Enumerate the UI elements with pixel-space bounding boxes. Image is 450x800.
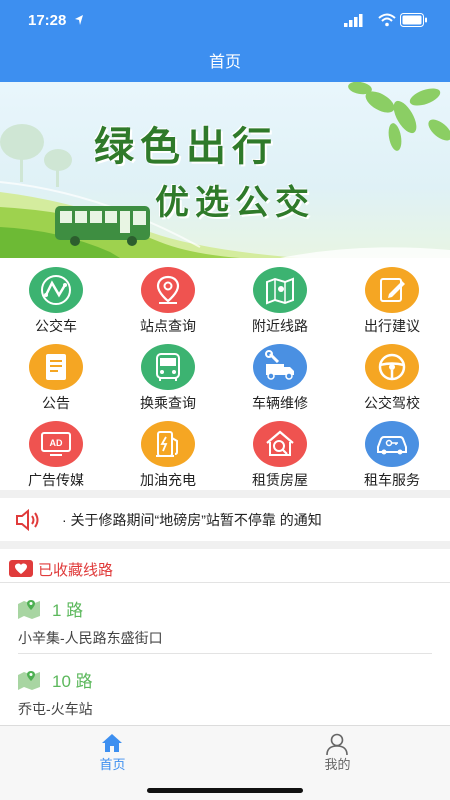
grid-item-bus[interactable]: 公交车 bbox=[0, 263, 112, 339]
route-name: 1 路 bbox=[52, 601, 84, 620]
section-divider bbox=[0, 541, 450, 549]
car-key-icon bbox=[365, 421, 419, 467]
favorites-header: 已收藏线路 bbox=[0, 555, 450, 583]
home-icon bbox=[102, 734, 122, 752]
page-title: 首页 bbox=[208, 54, 241, 71]
section-divider bbox=[0, 490, 450, 498]
status-bar: 17:28 bbox=[0, 0, 450, 44]
divider bbox=[18, 653, 432, 654]
steering-wheel-icon bbox=[365, 344, 419, 390]
grid-item-travel-advice[interactable]: 出行建议 bbox=[336, 263, 448, 339]
grid-label: 公交驾校 bbox=[364, 395, 420, 411]
grid-item-vehicle-repair[interactable]: 车辆维修 bbox=[224, 340, 336, 416]
ad-screen-icon: AD bbox=[29, 421, 83, 467]
map-route-icon bbox=[18, 671, 40, 690]
tab-label: 首页 bbox=[99, 757, 126, 772]
repair-truck-icon bbox=[253, 344, 307, 390]
route-stops: 小辛集-人民路东盛街口 bbox=[18, 630, 163, 646]
map-route-icon bbox=[18, 600, 40, 619]
banner-slogan-line1: 绿色出行 bbox=[94, 123, 278, 170]
grid-item-house-rental[interactable]: 租赁房屋 bbox=[224, 417, 336, 493]
user-icon bbox=[326, 733, 348, 756]
app-screen: 17:28 首页 绿色出行 优选公交 公交车 站点查询 附近线路 出行建议 公告… bbox=[0, 0, 450, 800]
edit-icon bbox=[365, 267, 419, 313]
heart-folder-icon bbox=[9, 560, 33, 577]
grid-item-transfer-query[interactable]: 换乘查询 bbox=[112, 340, 224, 416]
grid-label: 出行建议 bbox=[364, 318, 420, 334]
grid-label: 租赁房屋 bbox=[252, 472, 308, 488]
notice-bar[interactable]: · 关于修路期间“地磅房”站暂不停靠 的通知 bbox=[0, 500, 450, 540]
function-grid: 公交车 站点查询 附近线路 出行建议 公告 换乘查询 车辆维修 公交驾校 AD … bbox=[0, 263, 450, 493]
signal-icon bbox=[344, 14, 363, 27]
status-time: 17:28 bbox=[28, 12, 67, 29]
grid-label: 广告传媒 bbox=[28, 472, 84, 488]
house-search-icon bbox=[253, 421, 307, 467]
battery-icon bbox=[400, 13, 427, 27]
map-icon bbox=[253, 267, 307, 313]
tab-home[interactable]: 首页 bbox=[0, 726, 225, 776]
route-stops: 乔屯-火车站 bbox=[18, 701, 93, 717]
grid-item-station-query[interactable]: 站点查询 bbox=[112, 263, 224, 339]
grid-label: 站点查询 bbox=[140, 318, 196, 334]
bus-icon bbox=[141, 344, 195, 390]
divider bbox=[0, 582, 450, 583]
grid-label: 租车服务 bbox=[364, 472, 420, 488]
home-indicator bbox=[147, 788, 303, 793]
route-name: 10 路 bbox=[52, 672, 93, 691]
nav-bar: 首页 bbox=[0, 44, 450, 82]
grid-item-announcement[interactable]: 公告 bbox=[0, 340, 112, 416]
location-arrow-icon bbox=[75, 15, 83, 25]
grid-item-car-rental[interactable]: 租车服务 bbox=[336, 417, 448, 493]
grid-label: 加油充电 bbox=[140, 472, 196, 488]
tab-label: 我的 bbox=[324, 757, 351, 772]
wifi-icon bbox=[378, 13, 396, 27]
grid-item-nearby-routes[interactable]: 附近线路 bbox=[224, 263, 336, 339]
grid-label: 公交车 bbox=[35, 318, 77, 334]
tab-mine[interactable]: 我的 bbox=[225, 726, 450, 776]
grid-label: 公告 bbox=[42, 395, 70, 411]
route-icon bbox=[29, 267, 83, 313]
fuel-pump-icon bbox=[141, 421, 195, 467]
svg-text:AD: AD bbox=[50, 438, 63, 448]
location-pin-icon bbox=[141, 267, 195, 313]
grid-item-driving-school[interactable]: 公交驾校 bbox=[336, 340, 448, 416]
grid-item-fuel-charge[interactable]: 加油充电 bbox=[112, 417, 224, 493]
speaker-icon bbox=[16, 509, 39, 531]
banner-slogan-line2: 优选公交 bbox=[155, 183, 315, 223]
grid-label: 附近线路 bbox=[252, 318, 308, 334]
tab-bar: 首页 我的 bbox=[0, 725, 450, 800]
favorite-route-item[interactable]: 1 路 小辛集-人民路东盛街口 bbox=[0, 588, 450, 656]
grid-label: 换乘查询 bbox=[140, 395, 196, 411]
document-icon bbox=[29, 344, 83, 390]
favorite-route-item[interactable]: 10 路 乔屯-火车站 bbox=[0, 659, 450, 727]
grid-item-ad-media[interactable]: AD 广告传媒 bbox=[0, 417, 112, 493]
notice-text: · 关于修路期间“地磅房”站暂不停靠 的通知 bbox=[62, 512, 322, 528]
favorites-title: 已收藏线路 bbox=[38, 562, 114, 579]
banner[interactable]: 绿色出行 优选公交 bbox=[0, 82, 450, 258]
grid-label: 车辆维修 bbox=[252, 395, 308, 411]
